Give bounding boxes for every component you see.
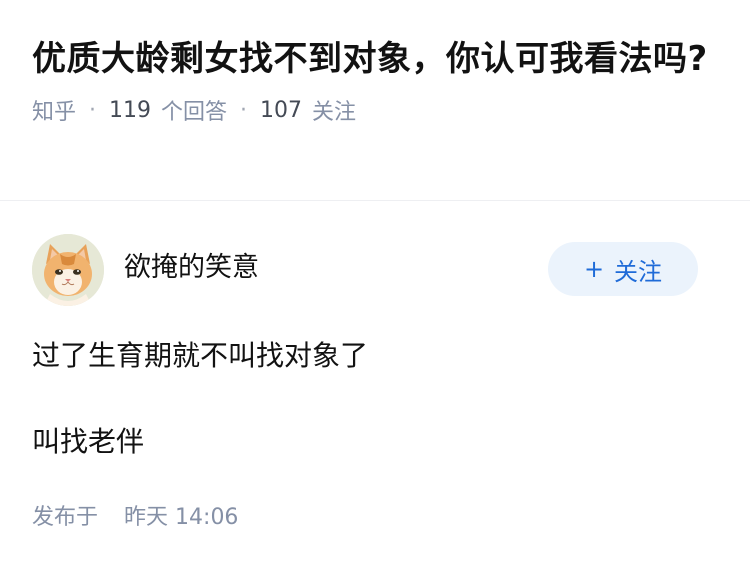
section-divider [0,200,750,201]
follow-button-label: 关注 [614,257,663,286]
answer-paragraph: 叫找老伴 [32,425,145,458]
source-label[interactable]: 知乎 [32,94,76,126]
plus-icon: + [583,255,605,283]
published-time: 14:06 [175,505,239,530]
author-name[interactable]: 欲掩的笑意 [124,250,259,286]
published-label: 发布于 [32,505,99,530]
question-meta: 知乎 · 119 个回答 · 107 关注 [32,92,712,128]
answer-paragraph: 过了生育期就不叫找对象了 [32,339,369,372]
author-row: 欲掩的笑意 + 关注 [32,234,698,306]
answers-count: 119 [109,97,152,123]
followers-label: 关注 [312,100,357,125]
follow-button[interactable]: + 关注 [548,242,698,296]
meta-separator: · [240,97,248,123]
answers-label: 个回答 [161,100,228,125]
question-title[interactable]: 优质大龄剩女找不到对象，你认可我看法吗? [32,34,712,84]
published-info: 发布于 昨天 14:06 [32,500,238,536]
published-date: 昨天 [124,505,169,530]
cat-avatar-image [32,234,104,306]
followers-count: 107 [260,97,303,123]
question-header: 优质大龄剩女找不到对象，你认可我看法吗? 知乎 · 119 个回答 · 107 … [32,34,712,128]
cat-avatar-icon[interactable] [32,234,104,306]
answer-content: 过了生育期就不叫找对象了 叫找老伴 [32,334,712,464]
meta-separator: · [89,97,97,123]
